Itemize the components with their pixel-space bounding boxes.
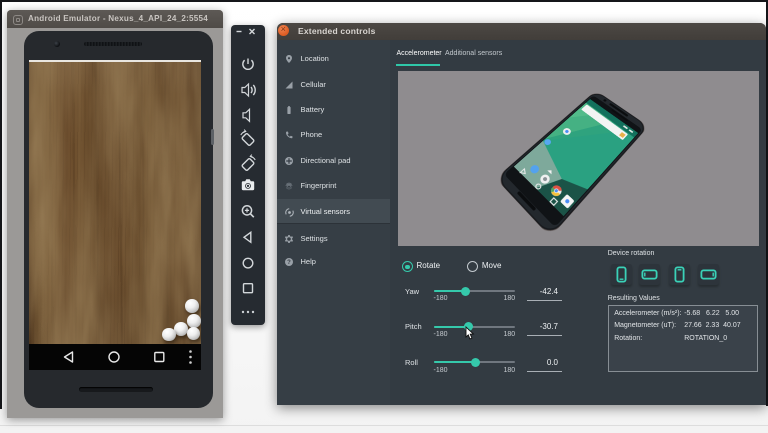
svg-text:?: ? [287,260,291,266]
